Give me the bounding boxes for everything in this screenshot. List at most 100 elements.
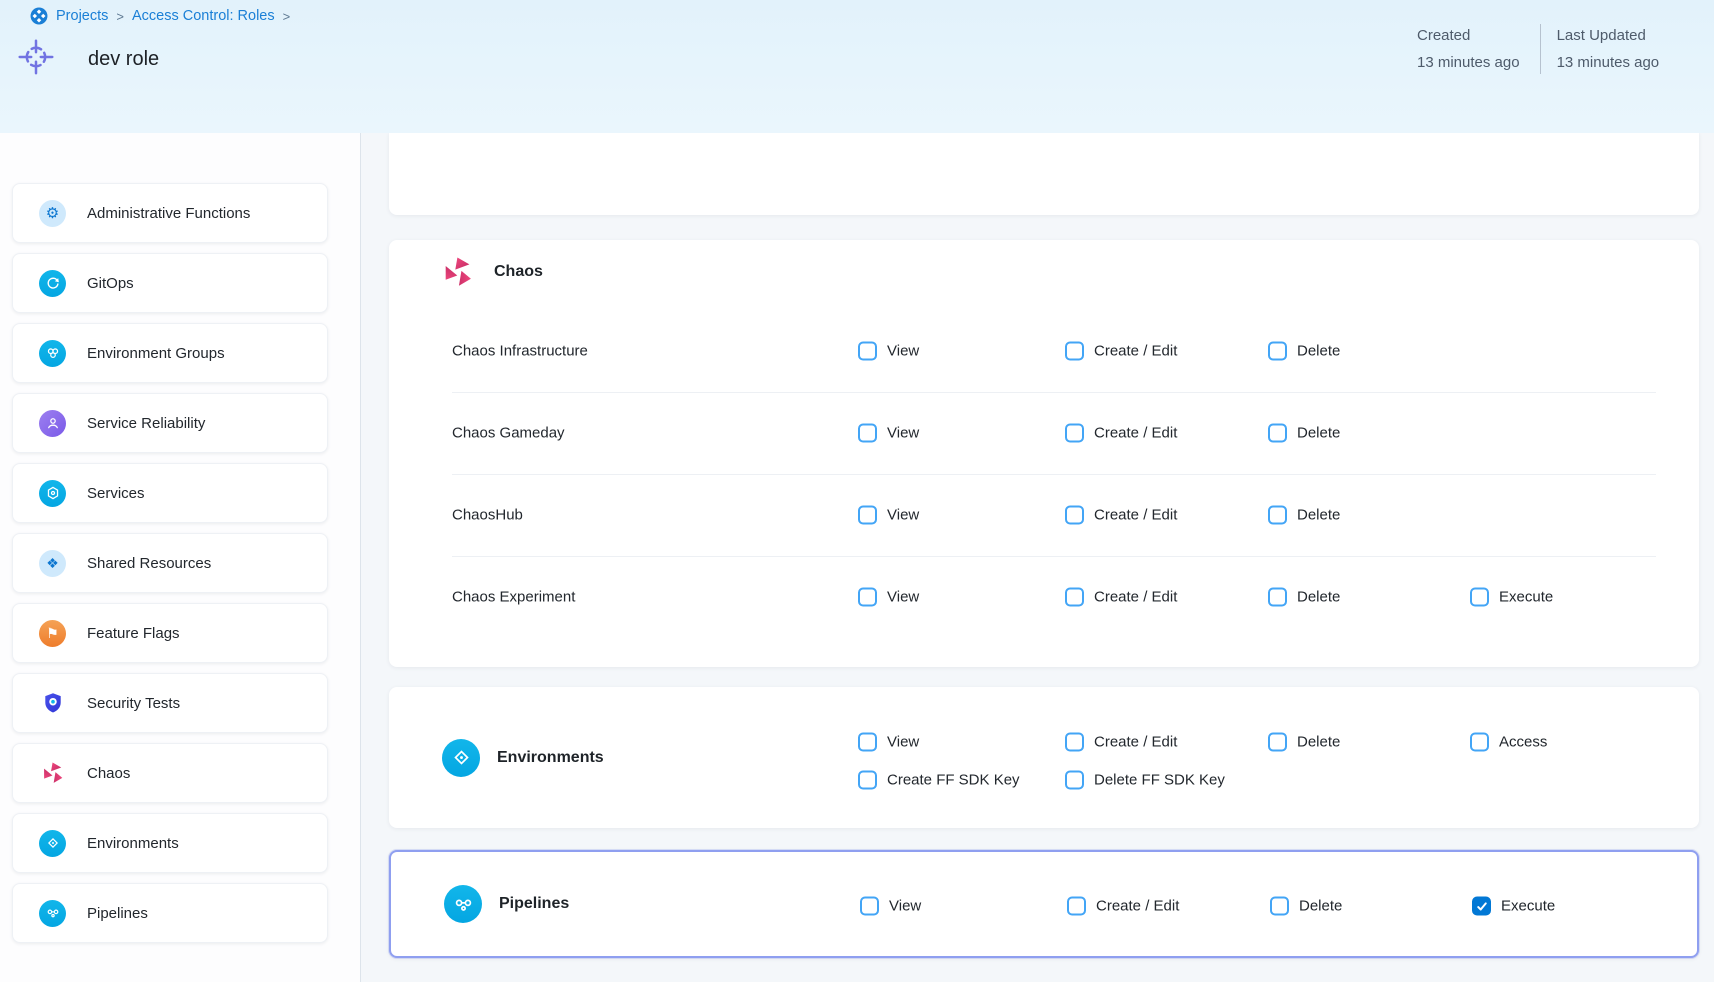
permission-view[interactable]: View (860, 897, 921, 916)
permission-create-edit[interactable]: Create / Edit (1065, 342, 1177, 361)
permission-delete[interactable]: Delete (1270, 897, 1342, 916)
permission-label: Delete (1297, 589, 1340, 606)
breadcrumb-link-access-control-roles[interactable]: Access Control: Roles (132, 8, 275, 24)
sidebar-item-chaos[interactable]: Chaos (12, 743, 328, 803)
permission-label: Delete FF SDK Key (1094, 772, 1225, 789)
permission-view[interactable]: View (858, 733, 919, 752)
permission-label: Create / Edit (1094, 589, 1177, 606)
permission-view[interactable]: View (858, 588, 919, 607)
delete-checkbox[interactable] (1268, 342, 1287, 361)
row-chaos-experiment: Chaos ExperimentViewCreate / EditDeleteE… (389, 556, 1699, 638)
resource-sidebar: ⚙Administrative Functions GitOps Environme… (0, 133, 361, 982)
pipelines-permissions-card: PipelinesViewCreate / EditDeleteExecute (389, 850, 1699, 958)
permission-delete[interactable]: Delete (1268, 588, 1340, 607)
permission-view[interactable]: View (858, 342, 919, 361)
sidebar-item-environments[interactable]: Environments (12, 813, 328, 873)
environments-icon (442, 739, 480, 777)
last-updated-label: Last Updated (1557, 22, 1660, 49)
pipelines-icon (39, 900, 66, 927)
permission-label: Create / Edit (1094, 734, 1177, 751)
role-target-icon (13, 34, 59, 85)
create-edit-checkbox[interactable] (1065, 588, 1084, 607)
permission-create-ff-sdk-key[interactable]: Create FF SDK Key (858, 771, 1020, 790)
sidebar-item-label: Services (87, 485, 145, 502)
sidebar-item-environment-groups[interactable]: Environment Groups (12, 323, 328, 383)
shared-resources-icon: ❖ (39, 550, 66, 577)
permission-label: Create FF SDK Key (887, 772, 1020, 789)
permission-delete[interactable]: Delete (1268, 342, 1340, 361)
sidebar-item-gitops[interactable]: GitOps (12, 253, 328, 313)
view-checkbox[interactable] (858, 506, 877, 525)
delete-checkbox[interactable] (1268, 588, 1287, 607)
delete-ff-sdk-key-checkbox[interactable] (1065, 771, 1084, 790)
permission-label: Create / Edit (1094, 425, 1177, 442)
title-row: dev role (13, 34, 159, 85)
view-checkbox[interactable] (858, 588, 877, 607)
permission-create-edit[interactable]: Create / Edit (1065, 424, 1177, 443)
permission-label: Delete (1297, 734, 1340, 751)
execute-checkbox[interactable] (1470, 588, 1489, 607)
sidebar-item-administrative-functions[interactable]: ⚙Administrative Functions (12, 183, 328, 243)
sidebar-item-label: Security Tests (87, 695, 180, 712)
sidebar-item-service-reliability[interactable]: Service Reliability (12, 393, 328, 453)
sidebar-item-label: Feature Flags (87, 625, 180, 642)
breadcrumb: Projects>Access Control: Roles> (30, 7, 290, 25)
permission-create-edit[interactable]: Create / Edit (1065, 506, 1177, 525)
permission-label: View (887, 589, 919, 606)
permission-execute[interactable]: Execute (1472, 897, 1555, 916)
delete-checkbox[interactable] (1268, 733, 1287, 752)
permission-delete[interactable]: Delete (1268, 506, 1340, 525)
permission-create-edit[interactable]: Create / Edit (1065, 733, 1177, 752)
breadcrumb-link-projects[interactable]: Projects (56, 8, 108, 24)
main-content: ChaosChaos InfrastructureViewCreate / Ed… (361, 133, 1714, 982)
permission-delete[interactable]: Delete (1268, 424, 1340, 443)
chaos-permissions-card: ChaosChaos InfrastructureViewCreate / Ed… (389, 240, 1699, 667)
sidebar-item-label: Chaos (87, 765, 130, 782)
view-checkbox[interactable] (858, 733, 877, 752)
access-checkbox[interactable] (1470, 733, 1489, 752)
permission-label: Delete (1297, 425, 1340, 442)
delete-checkbox[interactable] (1268, 424, 1287, 443)
sidebar-item-pipelines[interactable]: Pipelines (12, 883, 328, 943)
permission-delete-ff-sdk-key[interactable]: Delete FF SDK Key (1065, 771, 1225, 790)
delete-checkbox[interactable] (1268, 506, 1287, 525)
created-label: Created (1417, 22, 1520, 49)
row-label: ChaosHub (452, 507, 523, 524)
chaos-icon (439, 253, 477, 291)
permission-delete[interactable]: Delete (1268, 733, 1340, 752)
row-chaoshub: ChaosHub View Create / Edit Delete (389, 474, 1699, 556)
create-edit-checkbox[interactable] (1065, 424, 1084, 443)
sidebar-item-services[interactable]: Services (12, 463, 328, 523)
view-checkbox[interactable] (858, 342, 877, 361)
permission-label: Execute (1499, 589, 1553, 606)
create-edit-checkbox[interactable] (1065, 506, 1084, 525)
permission-create-edit[interactable]: Create / Edit (1067, 897, 1179, 916)
permission-view[interactable]: View (858, 424, 919, 443)
create-ff-sdk-key-checkbox[interactable] (858, 771, 877, 790)
permission-label: View (887, 343, 919, 360)
environments-icon (39, 830, 66, 857)
delete-checkbox[interactable] (1270, 897, 1289, 916)
view-checkbox[interactable] (860, 897, 879, 916)
create-edit-checkbox[interactable] (1065, 733, 1084, 752)
permission-view[interactable]: View (858, 506, 919, 525)
permission-access[interactable]: Access (1470, 733, 1547, 752)
projects-icon (30, 7, 48, 25)
execute-checkbox[interactable] (1472, 897, 1491, 916)
permission-label: Create / Edit (1094, 507, 1177, 524)
sidebar-item-security-tests[interactable]: Security Tests (12, 673, 328, 733)
row-chaos-gameday: Chaos GamedayViewCreate / EditDelete (389, 392, 1699, 474)
create-edit-checkbox[interactable] (1067, 897, 1086, 916)
page-header: Projects>Access Control: Roles> dev role… (0, 0, 1714, 133)
permission-label: View (887, 734, 919, 751)
header-meta: Created 13 minutes ago Last Updated 13 m… (1417, 22, 1659, 76)
created-meta: Created 13 minutes ago (1417, 22, 1520, 76)
service-reliability-icon (39, 410, 66, 437)
sidebar-item-label: Environment Groups (87, 345, 225, 362)
create-edit-checkbox[interactable] (1065, 342, 1084, 361)
permission-create-edit[interactable]: Create / Edit (1065, 588, 1177, 607)
sidebar-item-feature-flags[interactable]: ⚑Feature Flags (12, 603, 328, 663)
permission-execute[interactable]: Execute (1470, 588, 1553, 607)
view-checkbox[interactable] (858, 424, 877, 443)
sidebar-item-shared-resources[interactable]: ❖Shared Resources (12, 533, 328, 593)
